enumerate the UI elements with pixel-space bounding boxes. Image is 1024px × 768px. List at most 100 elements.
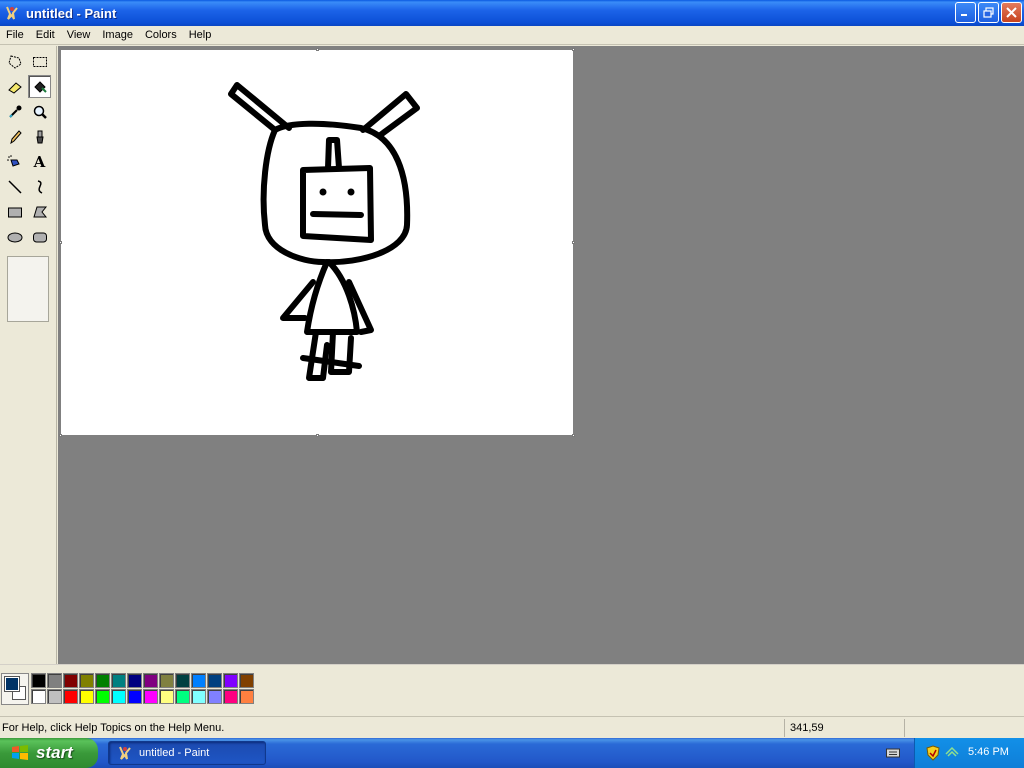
- restore-icon: [983, 7, 994, 18]
- palette-swatch[interactable]: [79, 673, 94, 688]
- eyedropper-icon: [8, 105, 21, 118]
- palette-swatch[interactable]: [143, 673, 158, 688]
- start-label: start: [36, 743, 73, 762]
- palette-swatch[interactable]: [191, 673, 206, 688]
- polygon-tool[interactable]: [28, 200, 51, 223]
- ellipse-icon: [7, 232, 22, 242]
- text-tool[interactable]: A: [28, 150, 51, 173]
- pencil-icon: [9, 129, 22, 144]
- system-tray: 5:46 PM: [914, 738, 1024, 768]
- palette-swatch[interactable]: [79, 689, 94, 704]
- select-icon: [32, 56, 47, 67]
- toolbox: A: [0, 46, 57, 664]
- palette-swatch[interactable]: [31, 673, 46, 688]
- resize-handle-right[interactable]: [572, 241, 575, 244]
- tool-options-box[interactable]: [7, 256, 49, 322]
- resize-handle-bottom[interactable]: [316, 434, 319, 437]
- line-icon: [7, 179, 22, 194]
- menu-help[interactable]: Help: [183, 27, 218, 44]
- taskbar-item-label: untitled - Paint: [139, 747, 210, 759]
- select-tool[interactable]: [28, 50, 51, 73]
- free-form-select-tool[interactable]: [3, 50, 26, 73]
- pick-color-tool[interactable]: [3, 100, 26, 123]
- status-divider: [784, 719, 785, 737]
- palette-swatch[interactable]: [47, 689, 62, 704]
- start-button[interactable]: start: [0, 738, 98, 768]
- drawing-strokes: [228, 82, 420, 381]
- menu-colors[interactable]: Colors: [139, 27, 183, 44]
- eraser-tool[interactable]: [3, 75, 26, 98]
- current-colors[interactable]: [1, 673, 29, 705]
- paint-bucket-icon: [33, 80, 47, 93]
- taskbar-item-paint[interactable]: untitled - Paint: [108, 741, 266, 765]
- palette-swatch[interactable]: [175, 673, 190, 688]
- palette-swatch[interactable]: [31, 689, 46, 704]
- airbrush-icon: [6, 154, 20, 167]
- workspace: [58, 46, 1024, 664]
- palette-swatch[interactable]: [111, 689, 126, 704]
- brush-tool[interactable]: [28, 125, 51, 148]
- color-box: [0, 664, 1024, 714]
- free-form-select-icon: [7, 54, 22, 69]
- curve-tool[interactable]: [28, 175, 51, 198]
- pencil-tool[interactable]: [3, 125, 26, 148]
- rectangle-icon: [7, 207, 22, 217]
- palette-swatch[interactable]: [239, 673, 254, 688]
- palette-swatch[interactable]: [191, 689, 206, 704]
- palette-swatch[interactable]: [207, 689, 222, 704]
- palette-swatch[interactable]: [143, 689, 158, 704]
- palette-swatch[interactable]: [127, 673, 142, 688]
- palette-swatch[interactable]: [95, 673, 110, 688]
- resize-handle-top-right[interactable]: [572, 48, 575, 51]
- airbrush-tool[interactable]: [3, 150, 26, 173]
- network-icon[interactable]: [945, 746, 959, 760]
- title-bar[interactable]: untitled - Paint: [0, 0, 1024, 26]
- magnifier-tool[interactable]: [28, 100, 51, 123]
- status-help-text: For Help, click Help Topics on the Help …: [2, 722, 225, 734]
- fill-with-color-tool[interactable]: [28, 75, 51, 98]
- security-shield-icon[interactable]: [926, 745, 940, 761]
- menu-image[interactable]: Image: [96, 27, 139, 44]
- eraser-icon: [7, 81, 22, 94]
- palette-swatch[interactable]: [239, 689, 254, 704]
- close-button[interactable]: [1001, 2, 1022, 23]
- palette-swatch[interactable]: [111, 673, 126, 688]
- rounded-rectangle-tool[interactable]: [28, 225, 51, 248]
- keyboard-icon[interactable]: [886, 747, 900, 759]
- minimize-button[interactable]: [955, 2, 976, 23]
- palette-swatch[interactable]: [47, 673, 62, 688]
- resize-handle-left[interactable]: [59, 241, 62, 244]
- resize-handle-bottom-right[interactable]: [572, 434, 575, 437]
- drawing-canvas[interactable]: [61, 50, 573, 435]
- line-tool[interactable]: [3, 175, 26, 198]
- window-title: untitled - Paint: [26, 5, 117, 21]
- palette-swatch[interactable]: [159, 673, 174, 688]
- palette-swatch[interactable]: [63, 689, 78, 704]
- palette-swatch[interactable]: [95, 689, 110, 704]
- menu-edit[interactable]: Edit: [30, 27, 61, 44]
- foreground-color-swatch: [4, 676, 20, 692]
- rectangle-tool[interactable]: [3, 200, 26, 223]
- resize-handle-bottom-left[interactable]: [59, 434, 62, 437]
- restore-button[interactable]: [978, 2, 999, 23]
- windows-logo-icon: [12, 745, 28, 760]
- paint-app-icon: [6, 6, 18, 20]
- close-icon: [1006, 7, 1017, 18]
- palette-swatch[interactable]: [175, 689, 190, 704]
- palette-swatch[interactable]: [223, 673, 238, 688]
- minimize-icon: [961, 14, 967, 16]
- menu-view[interactable]: View: [61, 27, 97, 44]
- palette-swatch[interactable]: [63, 673, 78, 688]
- paint-app-icon: [119, 746, 131, 760]
- ellipse-tool[interactable]: [3, 225, 26, 248]
- resize-handle-top[interactable]: [316, 48, 319, 51]
- palette-swatch[interactable]: [223, 689, 238, 704]
- palette-swatches: [31, 673, 255, 705]
- status-bar: For Help, click Help Topics on the Help …: [0, 716, 1024, 738]
- palette-swatch[interactable]: [159, 689, 174, 704]
- palette-swatch[interactable]: [127, 689, 142, 704]
- palette-swatch[interactable]: [207, 673, 222, 688]
- magnifier-icon: [33, 105, 47, 119]
- menu-file[interactable]: File: [0, 27, 30, 44]
- cursor-coordinates: 341,59: [790, 722, 824, 734]
